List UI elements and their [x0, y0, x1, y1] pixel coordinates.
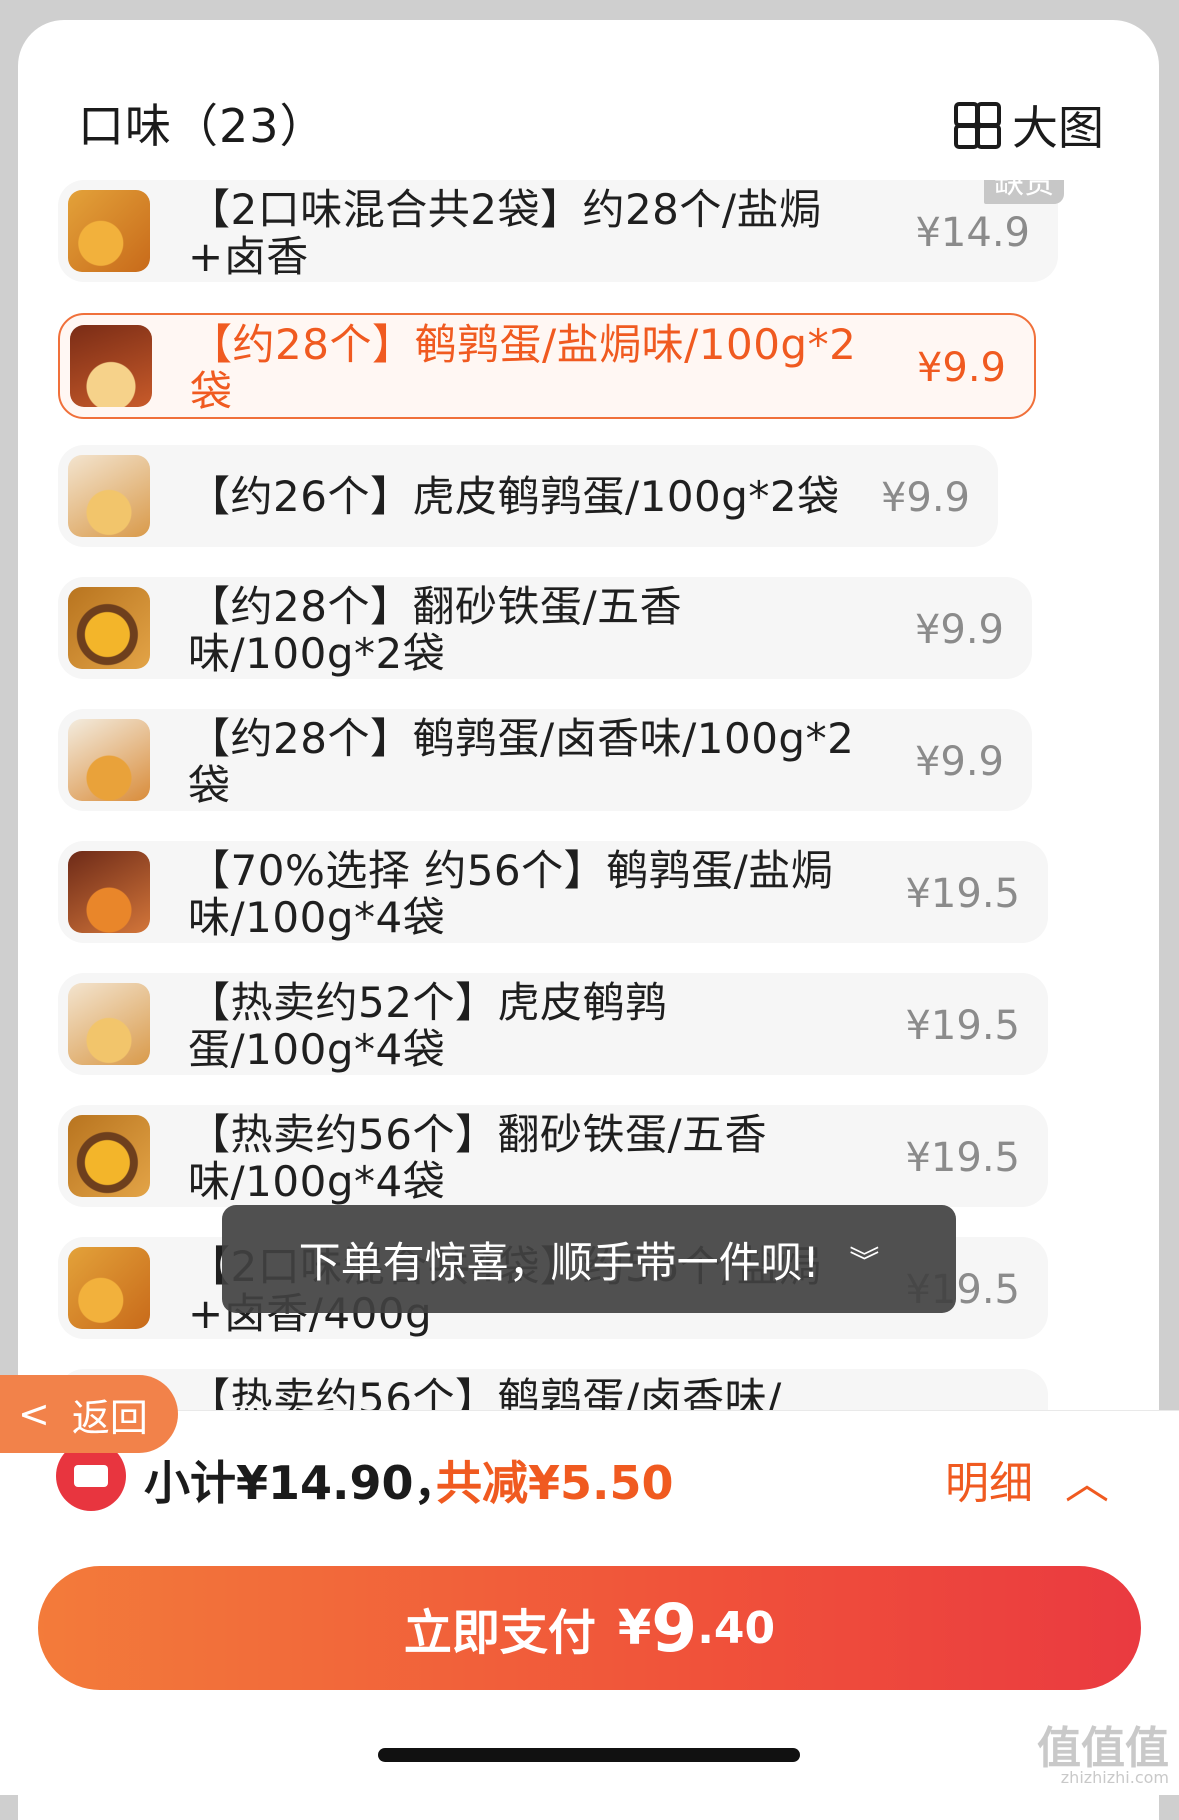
flavor-option-label: 【约28个】翻砂铁蛋/五香味/100g*2袋 — [188, 582, 683, 678]
flavor-option-label: 【70%选择 约56个】鹌鹑蛋/盐焗味/100g*4袋 — [188, 846, 834, 942]
discount-text: 共减¥5.50 — [436, 1456, 674, 1510]
product-thumbnail — [68, 1115, 150, 1197]
flavor-option-selected[interactable]: 【约28个】鹌鹑蛋/盐焗味/100g*2袋 ¥9.9 — [58, 313, 1036, 419]
product-thumbnail — [68, 587, 150, 669]
flavor-option-price: ¥19.5 — [905, 871, 1020, 917]
flavor-option[interactable]: 【热卖约52个】虎皮鹌鹑蛋/100g*4袋 ¥19.5 — [58, 973, 1048, 1075]
out-of-stock-badge: 缺货 — [984, 180, 1064, 204]
flavor-option-price: ¥19.5 — [905, 1003, 1020, 1049]
product-thumbnail — [68, 190, 150, 272]
flavor-option-label: 【2口味混合共2袋】约28个/盐焗+卤香 — [188, 185, 822, 281]
flavor-option[interactable]: 【约26个】虎皮鹌鹑蛋/100g*2袋 ¥9.9 — [58, 445, 998, 547]
product-thumbnail — [68, 719, 150, 801]
flavor-option-label: 【约26个】虎皮鹌鹑蛋/100g*2袋 — [188, 472, 840, 521]
flavor-option-price: ¥19.5 — [905, 1135, 1020, 1181]
flavor-option-label: 【热卖约56个】翻砂铁蛋/五香味/100g*4袋 — [188, 1110, 768, 1206]
product-thumbnail — [70, 325, 152, 407]
product-thumbnail — [68, 1247, 150, 1329]
promo-toast[interactable]: 下单有惊喜，顺手带一件呗! ︾ — [222, 1205, 956, 1313]
flavor-option[interactable]: 【2口味混合共2袋】约28个/盐焗+卤香 ¥14.9 缺货 — [58, 180, 1064, 282]
promo-toast-text: 下单有惊喜，顺手带一件呗! — [298, 1237, 820, 1287]
product-thumbnail — [68, 983, 150, 1065]
detail-toggle[interactable]: 明细 ︿ — [945, 1447, 1109, 1511]
watermark-subtext: zhizhizhi.com — [1060, 1768, 1169, 1787]
flavor-option-price: ¥9.9 — [916, 345, 1006, 391]
pay-amount-decimal: .40 — [697, 1602, 776, 1654]
home-indicator — [378, 1748, 800, 1762]
flavor-option-price: ¥9.9 — [914, 607, 1004, 653]
flavor-title: 口味（23） — [78, 99, 327, 153]
chevron-left-icon: < — [18, 1392, 50, 1436]
pay-now-label: 立即支付 — [403, 1605, 596, 1661]
back-button[interactable]: < 返回 — [0, 1375, 178, 1453]
pay-amount-integer: 9 — [651, 1589, 698, 1667]
flavor-option-price: ¥9.9 — [880, 475, 970, 521]
checkout-bar: 小计¥14.90， 共减¥5.50 明细 ︿ 立即支付 ¥ 9 .40 — [0, 1410, 1179, 1795]
flavor-option[interactable]: 【70%选择 约56个】鹌鹑蛋/盐焗味/100g*4袋 ¥19.5 — [58, 841, 1048, 943]
flavor-option[interactable]: 【热卖约56个】翻砂铁蛋/五香味/100g*4袋 ¥19.5 — [58, 1105, 1048, 1207]
flavor-option[interactable]: 【约28个】鹌鹑蛋/卤香味/100g*2袋 ¥9.9 — [58, 709, 1032, 811]
flavor-option-label: 【约28个】鹌鹑蛋/卤香味/100g*2袋 — [188, 714, 855, 810]
flavor-option-label: 【热卖约56个】鹌鹑蛋/卤香味/ — [188, 1374, 782, 1410]
double-chevron-down-icon: ︾ — [849, 1245, 880, 1280]
product-thumbnail — [68, 455, 150, 537]
subtotal-text: 小计¥14.90， — [144, 1456, 460, 1510]
back-label: 返回 — [71, 1395, 148, 1440]
grid-icon — [954, 102, 1001, 149]
flavor-option[interactable]: 【热卖约56个】鹌鹑蛋/卤香味/ — [58, 1369, 1048, 1410]
pay-now-button[interactable]: 立即支付 ¥ 9 .40 — [38, 1566, 1141, 1690]
flavor-option-price: ¥14.9 — [915, 210, 1030, 256]
big-view-toggle[interactable]: 大图 — [954, 92, 1104, 158]
product-thumbnail — [68, 851, 150, 933]
detail-label: 明细 — [945, 1458, 1033, 1509]
flavor-option-label: 【约28个】鹌鹑蛋/盐焗味/100g*2袋 — [190, 320, 857, 416]
flavor-option[interactable]: 【约28个】翻砂铁蛋/五香味/100g*2袋 ¥9.9 — [58, 577, 1032, 679]
flavor-option-label: 【热卖约52个】虎皮鹌鹑蛋/100g*4袋 — [188, 978, 668, 1074]
chevron-up-icon: ︿ — [1065, 1458, 1109, 1509]
flavor-option-price: ¥9.9 — [914, 739, 1004, 785]
big-view-label: 大图 — [1012, 101, 1104, 155]
watermark-text: 值值值 — [1037, 1723, 1169, 1774]
pay-currency: ¥ — [617, 1600, 652, 1656]
